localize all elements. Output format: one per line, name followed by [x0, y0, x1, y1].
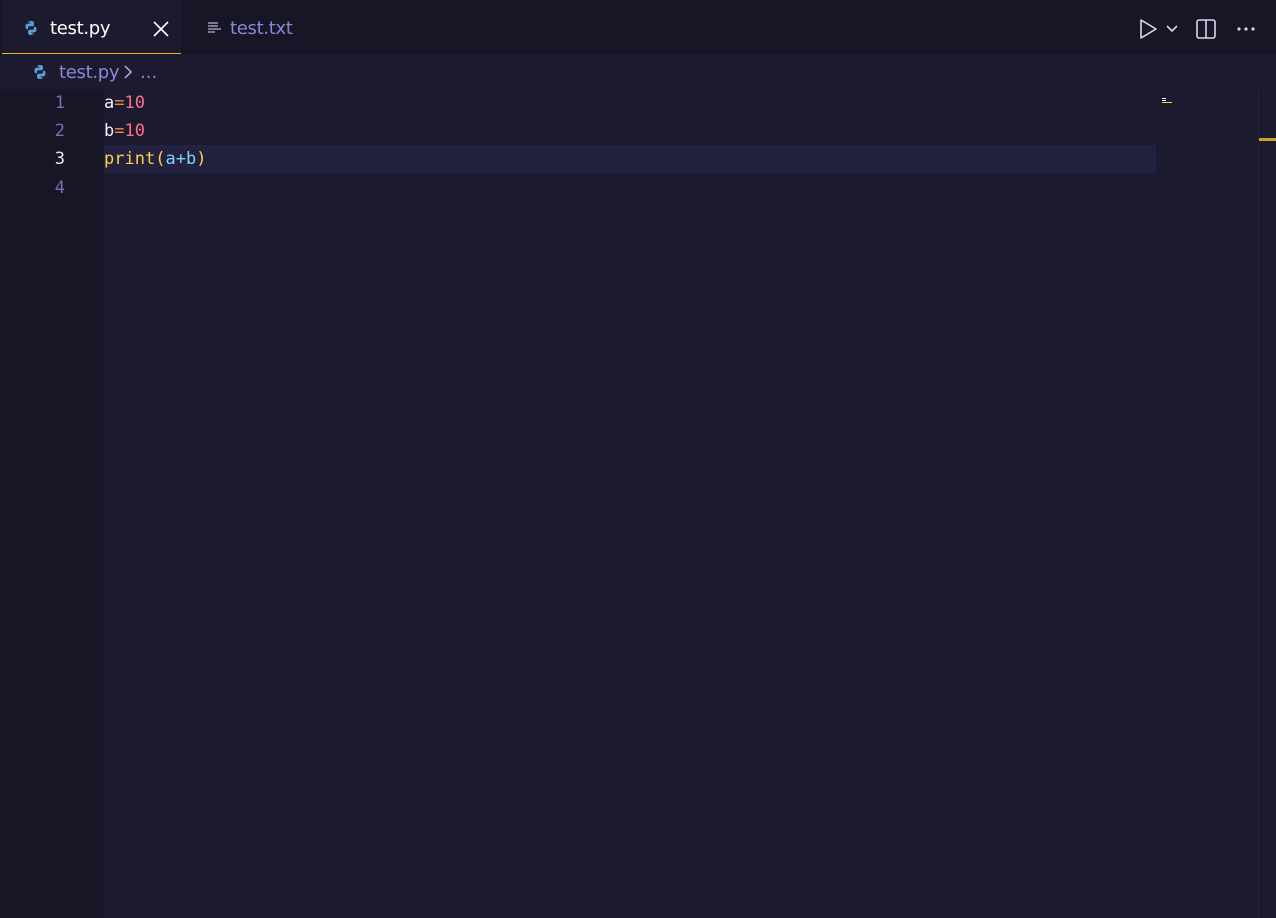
line-number: 3 [54, 149, 65, 169]
tab-label: test.txt [230, 18, 293, 39]
code-token: 10 [124, 93, 145, 113]
code-token: ) [196, 149, 207, 169]
code-editor[interactable]: a=10 b=10 print(a+b) [104, 89, 1276, 918]
code-token: = [114, 93, 125, 113]
chevron-down-icon[interactable] [1164, 18, 1180, 40]
vertical-scrollbar[interactable] [1258, 89, 1259, 918]
python-icon [23, 20, 39, 36]
editor-window: test.py test.txt test.py ... 1 2 3 4 a=1… [0, 0, 1276, 918]
line-number: 4 [54, 178, 65, 198]
split-editor-icon[interactable] [1195, 18, 1217, 40]
code-line[interactable]: a=10 [104, 89, 145, 117]
minimap[interactable] [1162, 89, 1176, 103]
code-token: + [175, 149, 186, 169]
code-token: a [104, 93, 115, 113]
code-token: b [185, 149, 197, 169]
tab-label: test.py [50, 18, 111, 39]
code-line[interactable]: print(a+b) [104, 145, 206, 173]
tab-test-txt[interactable]: test.txt [181, 0, 311, 54]
run-icon[interactable] [1137, 18, 1159, 40]
current-line-highlight [104, 145, 1156, 173]
code-token: ( [155, 149, 166, 169]
code-token: print [104, 149, 156, 169]
breadcrumb: test.py ... [0, 55, 1276, 89]
code-token: = [114, 121, 125, 141]
code-line[interactable]: b=10 [104, 117, 145, 145]
more-actions-icon[interactable] [1235, 18, 1257, 40]
code-token: b [104, 121, 115, 141]
breadcrumb-more[interactable]: ... [140, 62, 157, 84]
code-token: 10 [124, 121, 145, 141]
code-token: a [165, 149, 176, 169]
tab-test-py[interactable]: test.py [2, 0, 181, 54]
line-number: 1 [54, 93, 65, 113]
chevron-right-icon [121, 64, 135, 80]
cursor-position-marker [1259, 138, 1276, 141]
tab-bar: test.py test.txt [0, 0, 1276, 54]
text-file-icon [207, 20, 223, 36]
breadcrumb-file[interactable]: test.py [59, 62, 120, 84]
close-icon[interactable] [151, 19, 171, 39]
line-number: 2 [54, 121, 65, 141]
python-icon [32, 64, 48, 80]
line-number-gutter: 1 2 3 4 [0, 89, 104, 918]
